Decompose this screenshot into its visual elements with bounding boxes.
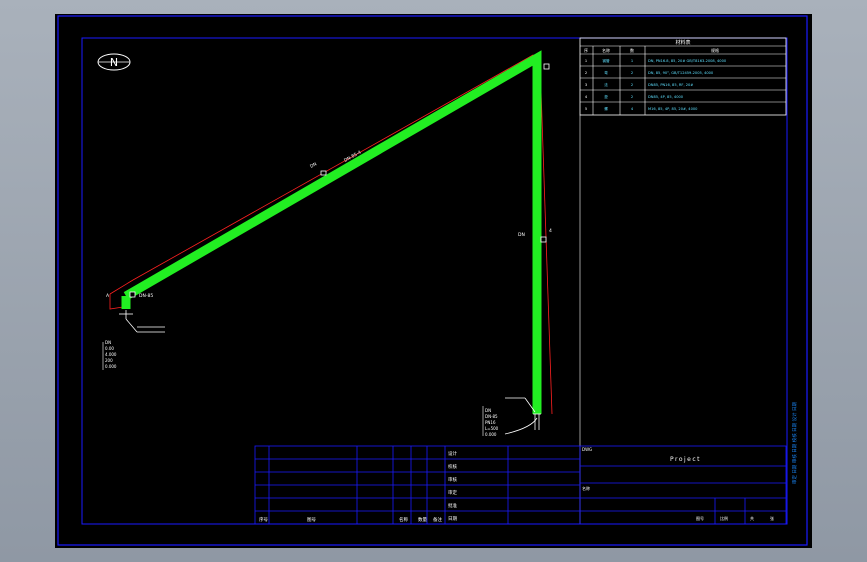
material-table-cell: 4 [585,95,588,99]
material-table-cell: 弯 [604,70,608,75]
svg-text:名称: 名称 [602,47,610,53]
svg-text:名称: 名称 [399,516,408,523]
material-table-cell: 钢管 [602,58,610,63]
pipe-label-diagonal-a: DN [309,161,318,170]
north-symbol-icon: N [97,53,131,71]
material-table-cell: 5 [585,107,587,111]
svg-text:0.00: 0.00 [105,346,114,351]
side-strip-text: 审定 日期 审核 日期 校核 日期 设计 日期 [791,401,798,484]
svg-text:张: 张 [770,515,774,521]
material-table-cell: 2 [631,83,633,87]
svg-text:PN16: PN16 [485,420,496,425]
material-table-cell: DN, 85, 90°, GB/T12459-2005, 4000 [648,71,714,75]
svg-text:图号: 图号 [307,517,316,523]
project-name: Project [670,456,701,463]
svg-text:序: 序 [584,47,588,53]
svg-text:图号: 图号 [696,515,704,521]
drawing-viewport[interactable]: N DN DN-85-4 DN 4 DN-85 A DN 0.00 4.000 … [55,14,812,548]
fitting-marker [540,236,547,243]
svg-text:校核: 校核 [448,463,457,470]
pipe-run [121,50,542,414]
fitting-marker [129,291,136,298]
svg-text:设计: 设计 [448,450,457,457]
pipe-label-left-edge: A [106,293,110,299]
material-table-cell: DN85, 4P, 85, 4000 [648,95,684,99]
bottom-right-note: DN DN-85 PN16 L=500 0.000 [482,406,499,437]
svg-text:比例: 比例 [720,515,728,521]
material-table-cell: 2 [585,71,587,75]
svg-text:4.000: 4.000 [105,352,117,357]
svg-text:200: 200 [105,358,113,363]
svg-text:DN: DN [485,408,491,413]
insulation-outline [109,54,553,415]
svg-text:0.000: 0.000 [485,432,497,437]
svg-text:批准: 批准 [448,502,457,509]
pipe-label-corner: DN-85 [139,293,153,299]
material-table-title: 材料表 [675,39,690,46]
svg-text:备注: 备注 [433,516,442,523]
svg-text:日期: 日期 [448,516,457,522]
svg-text:数量: 数量 [418,516,427,523]
svg-text:共: 共 [750,515,754,521]
support-left-icon [119,310,165,333]
svg-text:DN-85: DN-85 [485,414,498,419]
code-label: 名称 [582,485,590,491]
material-table-cell: 4 [631,107,634,111]
pipe-label-vertical-a: DN [518,232,525,238]
svg-text:序号: 序号 [259,516,268,523]
material-table-cell: 1 [631,59,633,63]
material-table-cell: 螺 [604,106,608,111]
svg-text:L=500: L=500 [485,426,499,431]
drawing-no-label: DWG [582,447,592,452]
title-block [254,445,787,525]
svg-text:规格: 规格 [711,47,719,53]
material-table-cell: 2 [631,71,633,75]
material-table-cell: 垫 [604,94,608,99]
material-table-cell: 1 [585,59,587,63]
fitting-marker [320,170,327,176]
svg-text:DN: DN [105,340,111,345]
svg-text:数: 数 [630,47,634,53]
material-table-cell: 3 [585,83,587,87]
material-table-cell: DN, PN16.8, 85, 20# GB/T8163-2008, 4000 [648,59,727,63]
material-table-cell: 2 [631,95,633,99]
material-table-cell: M16, 85, 4P, 85, 20#, 4000 [648,107,698,111]
footer-labels: 序号 图号 名称 数量 备注 [259,516,442,523]
bottom-left-note: DN 0.00 4.000 200 0.000 [102,340,117,370]
material-table-cell: 法 [604,82,608,87]
svg-text:审核: 审核 [448,476,457,483]
cad-drawing: N DN DN-85-4 DN 4 DN-85 A DN 0.00 4.000 … [57,15,808,546]
svg-text:0.000: 0.000 [105,364,117,369]
north-label: N [110,56,118,69]
material-table: 材料表 序 名称 数 规格 1 钢管 1 DN, PN16.8, 85, 20# GB… [579,37,787,116]
pipe-label-vertical-b: 4 [549,228,552,234]
svg-text:审定: 审定 [448,489,457,496]
material-table-cell: DN85, PN16, 85, RF, 20# [648,83,693,87]
fitting-marker [543,63,550,70]
sheet-info: 图号 比例 共 张 [696,515,774,521]
